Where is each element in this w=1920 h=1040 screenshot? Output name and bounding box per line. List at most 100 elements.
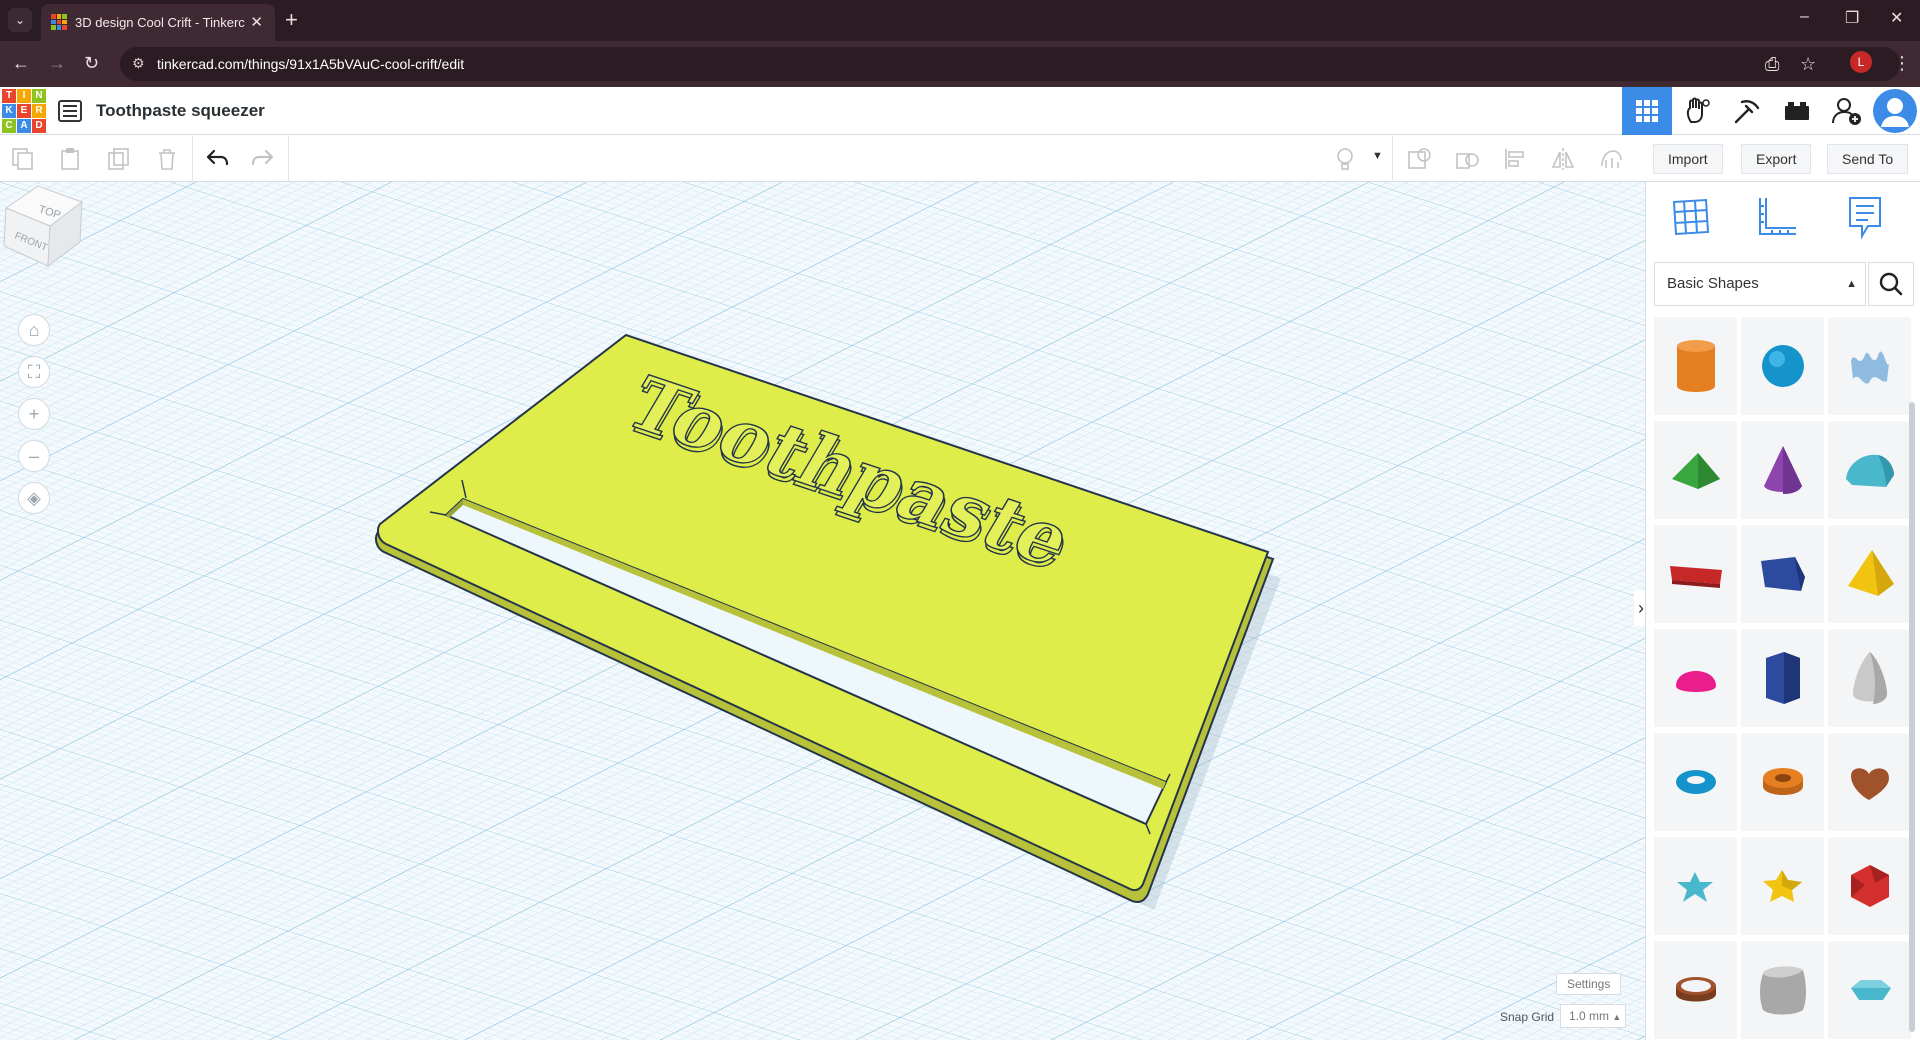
copy-icon[interactable] [10, 146, 36, 172]
shape-rounded-box[interactable] [1741, 941, 1824, 1039]
align-icon[interactable] [1502, 146, 1528, 172]
shape-text[interactable] [1654, 525, 1737, 623]
workplane-grid-icon[interactable] [1668, 194, 1714, 240]
dropdown-arrow-icon[interactable]: ▼ [1372, 150, 1383, 162]
tinkercad-logo[interactable]: T I N K E R C A D [2, 89, 46, 133]
new-tab-button[interactable]: + [285, 7, 298, 33]
hand-icon [1686, 97, 1710, 123]
address-bar[interactable]: ⚙ tinkercad.com/things/91x1A5bVAuC-cool-… [120, 47, 1900, 81]
shape-polygon[interactable] [1741, 629, 1824, 727]
grid-canvas: Toothpaste Toothpaste [0, 182, 1645, 1040]
redo-icon[interactable] [250, 146, 276, 172]
shape-box[interactable] [1741, 525, 1824, 623]
undo-icon[interactable] [204, 146, 230, 172]
sim-lab-button[interactable] [1672, 87, 1722, 135]
fit-view-icon[interactable]: ⛶ [18, 356, 50, 388]
duplicate-icon[interactable] [106, 146, 132, 172]
shape-category-select[interactable]: Basic Shapes ▲▼ [1654, 262, 1866, 332]
edit-toolbar: ▼ Import Export Send To [0, 136, 1920, 182]
light-bulb-icon[interactable] [1332, 146, 1358, 172]
mirror-icon[interactable] [1550, 146, 1576, 172]
restore-icon[interactable]: ❐ [1845, 8, 1859, 28]
invite-button[interactable] [1822, 87, 1872, 135]
browser-menu-icon[interactable]: ⋮ [1893, 53, 1911, 74]
install-app-icon[interactable]: ⎙ [1765, 54, 1779, 75]
shape-roof[interactable] [1654, 421, 1737, 519]
design-title[interactable]: Toothpaste squeezer [96, 101, 265, 121]
import-button[interactable]: Import [1653, 144, 1723, 174]
shape-ring[interactable] [1654, 941, 1737, 1039]
round-roof-icon [1845, 454, 1894, 487]
pickaxe-icon [1734, 100, 1760, 124]
grid-view-icon [1636, 100, 1658, 122]
snap-grid-label: Snap Grid [1500, 1010, 1555, 1024]
shape-paraboloid[interactable] [1828, 629, 1911, 727]
back-icon[interactable]: ← [12, 53, 30, 74]
star-icon [1676, 872, 1713, 902]
minimize-icon[interactable]: – [1800, 8, 1809, 26]
search-icon [1879, 272, 1903, 296]
caret-up-icon: ▲ [1612, 1012, 1622, 1022]
browser-tab-strip: ⌄ 3D design Cool Crift - Tinkercad ✕ + –… [0, 0, 1920, 41]
tube-icon [1762, 768, 1803, 795]
blocks-button[interactable] [1722, 87, 1772, 135]
tab-search-button[interactable]: ⌄ [8, 8, 32, 32]
shape-gem[interactable] [1828, 941, 1911, 1039]
3d-view-button[interactable] [1622, 87, 1672, 135]
design-list-icon[interactable] [58, 100, 82, 122]
polygon-icon [1765, 652, 1800, 704]
bookmark-star-icon[interactable]: ☆ [1800, 54, 1816, 75]
cruise-icon[interactable] [1598, 146, 1624, 172]
toolbar-divider [1392, 136, 1393, 182]
snap-grid-select[interactable]: 1.0 mm ▲ [1560, 1004, 1626, 1028]
ruler-icon[interactable] [1754, 194, 1800, 240]
tab-close-icon[interactable]: ✕ [250, 13, 263, 31]
paraboloid-icon [1852, 652, 1887, 704]
zoom-in-icon[interactable]: + [18, 398, 50, 430]
torus-icon [1675, 770, 1716, 794]
export-button[interactable]: Export [1741, 144, 1812, 174]
shape-icosahedron[interactable] [1828, 837, 1911, 935]
site-info-icon[interactable]: ⚙ [132, 55, 150, 73]
shape-star-gold[interactable] [1741, 837, 1824, 935]
close-window-icon[interactable]: ✕ [1890, 8, 1903, 28]
settings-button[interactable]: Settings [1556, 973, 1622, 995]
shape-round-roof[interactable] [1828, 421, 1911, 519]
shape-scribble[interactable] [1828, 317, 1911, 415]
toolbar-divider [192, 136, 193, 182]
app-header: T I N K E R C A D Toothpaste squeezer [0, 87, 1920, 135]
workplane[interactable]: Toothpaste Toothpaste TOP FRONT ⌂ ⛶ + – … [0, 182, 1645, 1040]
view-cube[interactable]: TOP FRONT [0, 182, 86, 268]
scribble-icon [1850, 351, 1889, 384]
url-text[interactable]: tinkercad.com/things/91x1A5bVAuC-cool-cr… [157, 56, 464, 72]
trash-icon[interactable] [154, 146, 180, 172]
shape-sphere[interactable] [1741, 317, 1824, 415]
bricks-button[interactable] [1772, 87, 1822, 135]
perspective-icon[interactable]: ◈ [18, 482, 50, 514]
browser-tab[interactable]: 3D design Cool Crift - Tinkercad ✕ [41, 4, 275, 41]
shape-search-button[interactable] [1868, 262, 1914, 306]
home-view-icon[interactable]: ⌂ [18, 314, 50, 346]
heart-icon [1850, 768, 1889, 800]
shape-tube[interactable] [1741, 733, 1824, 831]
shape-cylinder[interactable] [1654, 317, 1737, 415]
shape-star[interactable] [1654, 837, 1737, 935]
icosahedron-icon [1850, 865, 1889, 907]
group-icon[interactable] [1406, 146, 1432, 172]
panel-scrollbar[interactable] [1909, 402, 1915, 1032]
ungroup-icon[interactable] [1454, 146, 1480, 172]
zoom-out-icon[interactable]: – [18, 440, 50, 472]
notes-icon[interactable] [1842, 194, 1888, 240]
user-avatar[interactable] [1873, 89, 1917, 133]
send-to-button[interactable]: Send To [1827, 144, 1909, 174]
shape-half-sphere[interactable] [1654, 629, 1737, 727]
browser-profile-avatar[interactable]: L [1850, 51, 1872, 73]
shape-torus[interactable] [1654, 733, 1737, 831]
shape-pyramid[interactable] [1828, 525, 1911, 623]
shape-heart[interactable] [1828, 733, 1911, 831]
gem-icon [1850, 980, 1891, 1000]
paste-icon[interactable] [58, 146, 84, 172]
forward-icon[interactable]: → [48, 53, 66, 74]
reload-icon[interactable]: ↻ [84, 53, 99, 74]
shape-cone[interactable] [1741, 421, 1824, 519]
